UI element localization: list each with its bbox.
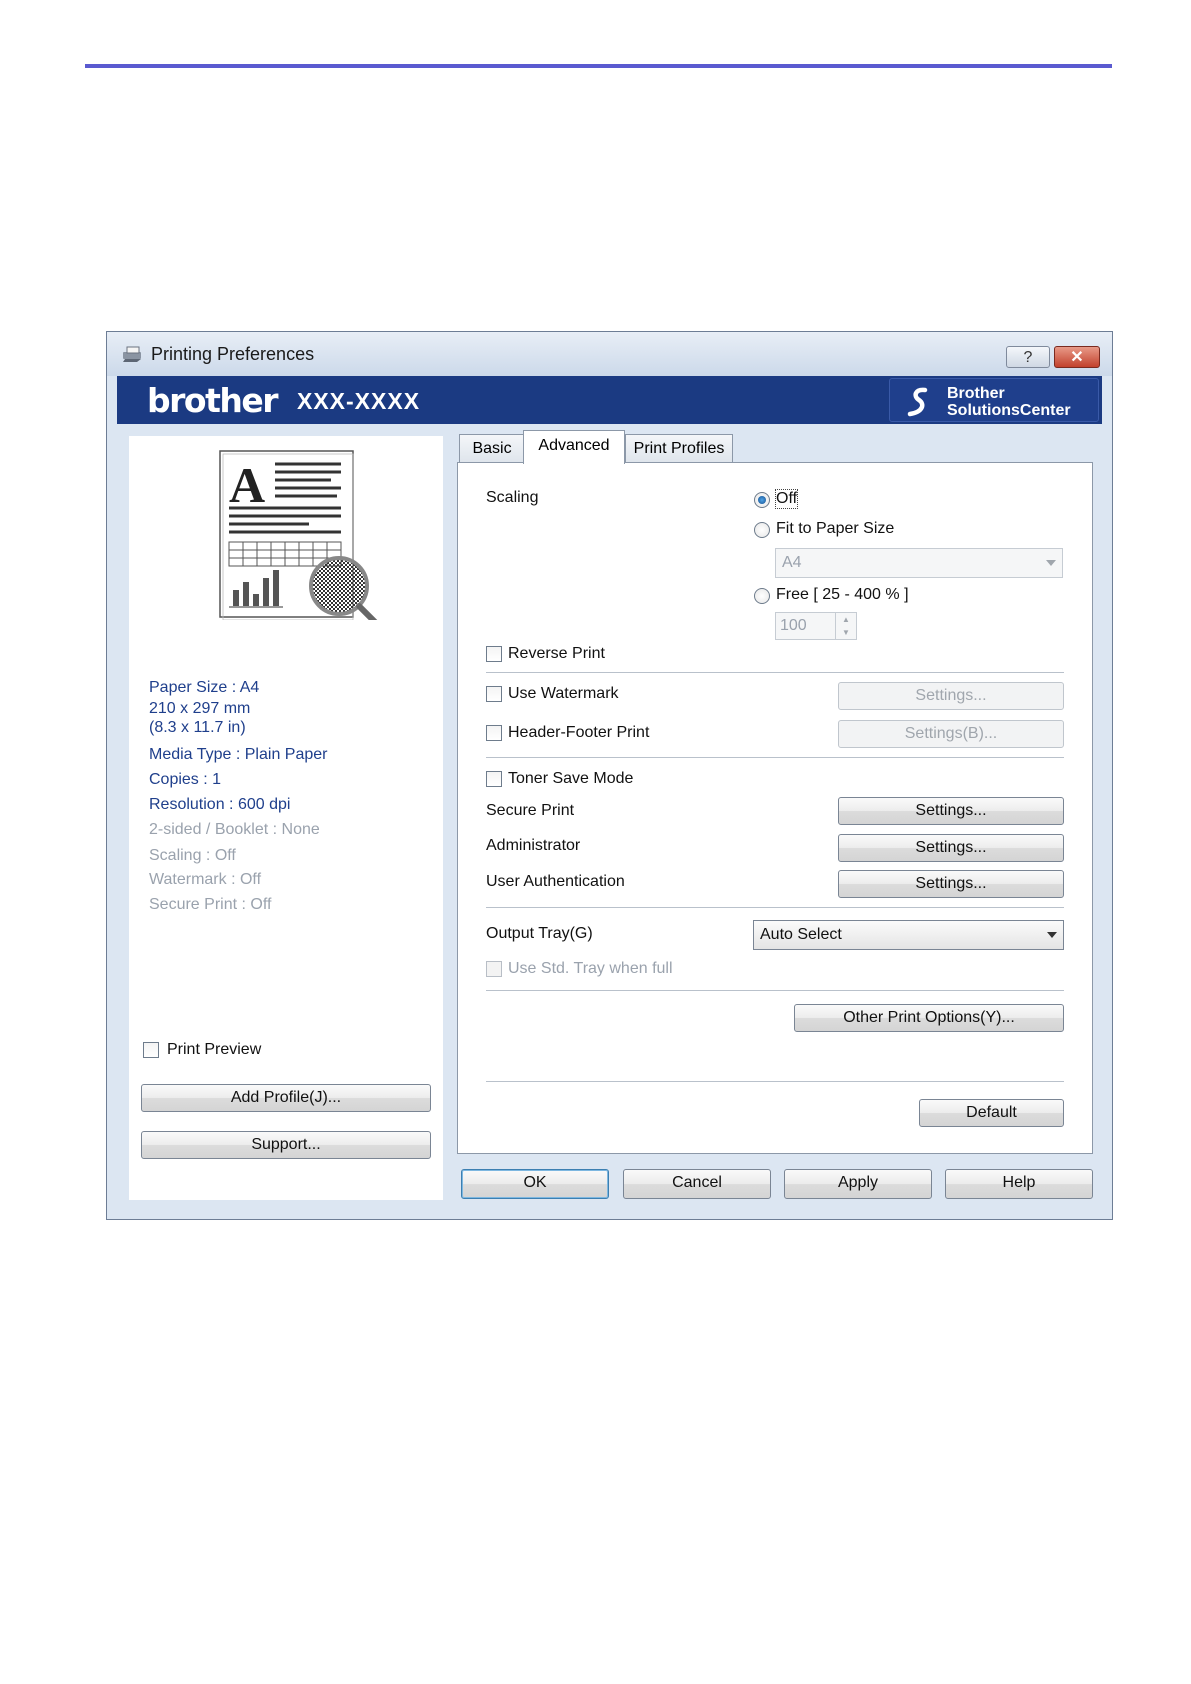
summary-panel: A Paper Size: A4 210 x 297 mm (8.3 x 11… [129,436,443,1200]
divider [486,907,1064,908]
free-scaling-spinner[interactable]: 100 ▲ ▼ [775,612,857,640]
fit-to-paper-radio[interactable] [754,522,770,538]
svg-text:A: A [229,457,265,513]
help-title-button[interactable]: ? [1006,346,1050,368]
free-scaling-label: Free [ 25 - 400 % ] [776,586,909,603]
fit-paper-size-value: A4 [782,554,802,571]
tab-print-profiles[interactable]: Print Profiles [625,434,733,462]
solutions-label-line2: SolutionsCenter [947,402,1071,419]
summary-watermark: Watermark : Off [149,871,262,888]
print-preview-label: Print Preview [167,1041,262,1058]
advanced-tab-panel: Scaling Off Fit to Paper Size A4 Free [ … [457,462,1093,1154]
divider [486,757,1064,758]
summary-2-sided: 2-sided / Booklet : None [149,821,320,838]
toner-save-checkbox[interactable] [486,771,502,787]
use-watermark-label: Use Watermark [508,685,619,702]
watermark-settings-button[interactable]: Settings... [838,682,1064,710]
other-print-options-button[interactable]: Other Print Options(Y)... [794,1004,1064,1032]
tab-advanced[interactable]: Advanced [523,430,625,464]
user-authentication-settings-button[interactable]: Settings... [838,870,1064,898]
summary-dimensions-mm: 210 x 297 mm [149,700,251,717]
summary-dimensions-in: (8.3 x 11.7 in) [149,719,246,736]
reverse-print-checkbox[interactable] [486,646,502,662]
divider [486,1081,1064,1082]
summary-media-type: Media Type : Plain Paper [149,746,328,763]
use-watermark-checkbox[interactable] [486,686,502,702]
free-scaling-value: 100 [780,617,807,634]
title-bar: Printing Preferences ? ✕ [107,332,1112,376]
help-button[interactable]: Help [945,1169,1093,1199]
chevron-down-icon [1047,932,1057,938]
use-std-tray-label: Use Std. Tray when full [508,960,673,977]
cancel-button[interactable]: Cancel [623,1169,771,1199]
support-button[interactable]: Support... [141,1131,431,1159]
scaling-off-label: Off [774,489,799,509]
toner-save-label: Toner Save Mode [508,770,634,787]
divider [486,672,1064,673]
header-footer-settings-button[interactable]: Settings(B)... [838,720,1064,748]
spin-down-icon[interactable]: ▼ [835,626,856,639]
default-button[interactable]: Default [919,1099,1064,1127]
solutions-center-button[interactable]: Brother SolutionsCenter [889,378,1099,422]
chevron-down-icon [1046,560,1056,566]
divider [486,990,1064,991]
solutions-center-icon [907,387,928,417]
summary-secure-print: Secure Print : Off [149,896,272,913]
summary-paper-size: Paper Size : A4 [149,679,260,696]
printer-model: XXX-XXXX [297,388,421,414]
page-header-rule [85,64,1112,68]
secure-print-label: Secure Print [486,802,575,819]
user-authentication-label: User Authentication [486,873,625,890]
administrator-settings-button[interactable]: Settings... [838,834,1064,862]
output-tray-value: Auto Select [760,926,842,943]
fit-paper-size-select[interactable]: A4 [775,548,1063,578]
brother-logo: brother [147,381,279,420]
output-tray-label: Output Tray(G) [486,925,593,942]
close-button[interactable]: ✕ [1054,346,1100,368]
spin-up-icon[interactable]: ▲ [835,613,856,626]
header-footer-label: Header-Footer Print [508,724,650,741]
administrator-label: Administrator [486,837,581,854]
page-preview-image: A [219,450,378,620]
add-profile-button[interactable]: Add Profile(J)... [141,1084,431,1112]
printer-icon [123,346,141,362]
printing-preferences-dialog: Printing Preferences ? ✕ brother XXX-XXX… [106,331,1113,1220]
tab-basic[interactable]: Basic [459,434,525,462]
header-footer-checkbox[interactable] [486,725,502,741]
free-scaling-radio[interactable] [754,588,770,604]
summary-resolution: Resolution : 600 dpi [149,796,291,813]
solutions-label-line1: Brother [947,385,1005,402]
use-std-tray-checkbox[interactable] [486,961,502,977]
secure-print-settings-button[interactable]: Settings... [838,797,1064,825]
apply-button[interactable]: Apply [784,1169,932,1199]
scaling-label: Scaling [486,489,539,506]
output-tray-select[interactable]: Auto Select [753,920,1064,950]
print-preview-checkbox[interactable] [143,1042,159,1058]
summary-copies: Copies : 1 [149,771,222,788]
fit-to-paper-label: Fit to Paper Size [776,520,895,537]
reverse-print-label: Reverse Print [508,645,605,662]
scaling-off-radio[interactable] [754,492,770,508]
window-title: Printing Preferences [151,344,315,364]
ok-button[interactable]: OK [461,1169,609,1199]
summary-scaling: Scaling : Off [149,847,236,864]
brand-banner: brother XXX-XXXX Brother SolutionsCenter [117,376,1102,424]
